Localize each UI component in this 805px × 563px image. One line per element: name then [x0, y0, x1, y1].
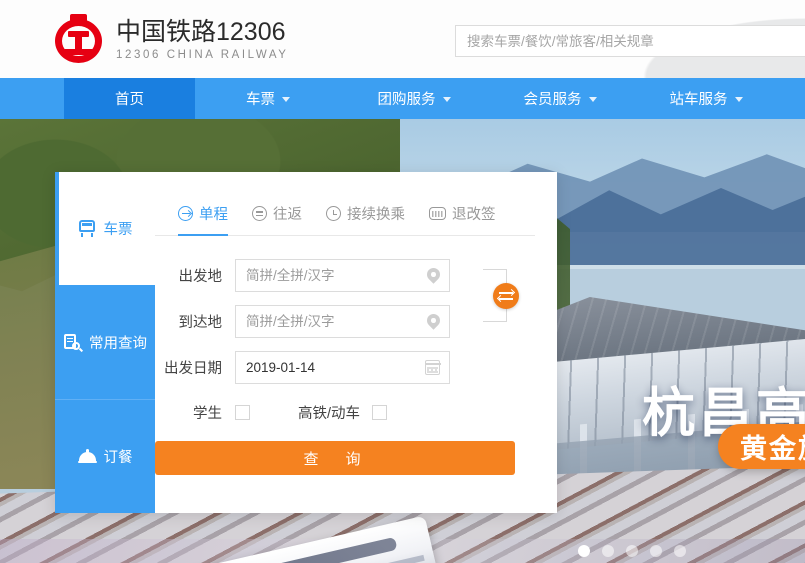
carousel-dots	[578, 545, 686, 557]
chevron-down-icon	[734, 97, 743, 102]
card-sidebar: 车票 常用查询 订餐	[55, 172, 155, 513]
date-row: 出发日期	[155, 351, 557, 384]
chevron-down-icon	[442, 97, 451, 102]
nav-item-label: 首页	[115, 92, 144, 108]
departure-field[interactable]	[235, 259, 450, 292]
header-search-box[interactable]	[455, 25, 805, 57]
sidebar-item-meal-order[interactable]: 订餐	[55, 399, 155, 513]
hero-promo-pill[interactable]: 黄金旅	[718, 424, 805, 469]
sidebar-item-tickets[interactable]: 车票	[55, 172, 155, 285]
card-body: 单程 往返 接续换乘 退改签 出发地 简拼/全拼/汉字 到达地 简拼/全拼/汉字…	[155, 172, 557, 513]
departure-label: 出发地	[178, 269, 223, 285]
nav-item-station-services[interactable]: 站车服务	[633, 78, 779, 119]
ticket-booking-card: 车票 常用查询 订餐 单程 往返 接续换乘 退改签 出发地 简拼/全拼/汉字 到…	[55, 172, 557, 513]
date-label: 出发日期	[164, 361, 222, 377]
departure-date-input[interactable]	[236, 352, 449, 383]
site-logo[interactable]: 中国铁路12306 12306 CHINA RAILWAY	[52, 13, 289, 66]
tab-one-way[interactable]: 单程	[178, 203, 228, 236]
nav-item-member-services[interactable]: 会员服务	[487, 78, 633, 119]
site-header: 中国铁路12306 12306 CHINA RAILWAY	[0, 0, 805, 80]
main-navigation: 首页 车票 团购服务 会员服务 站车服务	[0, 78, 805, 119]
meal-dome-icon	[77, 447, 97, 466]
nav-item-group-booking[interactable]: 团购服务	[341, 78, 487, 119]
carousel-dot-3[interactable]	[626, 545, 638, 557]
ticket-search-form: 出发地 到达地	[155, 236, 557, 475]
date-field[interactable]	[235, 351, 450, 384]
tab-connecting-transfer[interactable]: 接续换乘	[326, 203, 405, 236]
refund-ticket-icon	[429, 207, 446, 220]
student-checkbox[interactable]	[235, 405, 250, 420]
carousel-dot-4[interactable]	[650, 545, 662, 557]
tab-label: 往返	[273, 207, 302, 223]
highspeed-label: 高铁/动车	[298, 406, 361, 422]
highspeed-checkbox[interactable]	[372, 405, 388, 420]
sidebar-item-common-queries[interactable]: 常用查询	[55, 285, 155, 399]
booking-tabs: 单程 往返 接续换乘 退改签	[155, 172, 535, 236]
swap-stations-button[interactable]	[493, 283, 519, 309]
china-railway-emblem-icon	[52, 13, 105, 66]
clipboard-search-icon	[63, 333, 84, 352]
tab-label: 接续换乘	[347, 207, 405, 223]
student-label: 学生	[193, 406, 222, 422]
carousel-dot-1[interactable]	[578, 545, 590, 557]
arrival-input[interactable]	[236, 306, 449, 337]
nav-item-home[interactable]: 首页	[64, 78, 195, 119]
nav-left-spacer	[0, 78, 64, 119]
train-icon	[78, 219, 97, 238]
tab-label: 单程	[199, 207, 228, 223]
sidebar-item-label: 订餐	[103, 450, 133, 466]
sidebar-item-label: 车票	[103, 222, 133, 238]
hero-promo-label: 黄金旅	[740, 434, 805, 464]
arrival-field[interactable]	[235, 305, 450, 338]
sidebar-item-label: 常用查询	[89, 335, 147, 352]
carousel-dot-2[interactable]	[602, 545, 614, 557]
chevron-down-icon	[588, 97, 597, 102]
page-root: 中国铁路12306 12306 CHINA RAILWAY 首页 车票 团购服务…	[0, 0, 805, 563]
nav-item-label: 团购服务	[377, 92, 436, 108]
nav-item-label: 站车服务	[669, 92, 728, 108]
one-way-arrow-icon	[178, 206, 193, 221]
tab-refund-change[interactable]: 退改签	[429, 203, 496, 236]
search-input[interactable]	[456, 26, 805, 56]
round-trip-icon	[252, 206, 267, 221]
search-tickets-button[interactable]: 查 询	[155, 441, 515, 475]
tab-round-trip[interactable]: 往返	[252, 203, 302, 236]
chevron-down-icon	[282, 97, 290, 102]
nav-item-label: 会员服务	[523, 92, 582, 108]
arrival-row: 到达地	[155, 305, 557, 338]
nav-item-label: 车票	[246, 92, 275, 108]
carousel-dot-5[interactable]	[674, 545, 686, 557]
transfer-icon	[326, 206, 341, 221]
tab-label: 退改签	[452, 207, 496, 223]
options-row: 学生 高铁/动车	[155, 402, 557, 423]
logo-title-cn: 中国铁路12306	[116, 17, 286, 46]
departure-input[interactable]	[236, 260, 449, 291]
nav-item-tickets[interactable]: 车票	[195, 78, 341, 119]
departure-row: 出发地	[155, 259, 557, 322]
logo-title-en: 12306 CHINA RAILWAY	[116, 48, 289, 61]
arrival-label: 到达地	[178, 315, 223, 331]
